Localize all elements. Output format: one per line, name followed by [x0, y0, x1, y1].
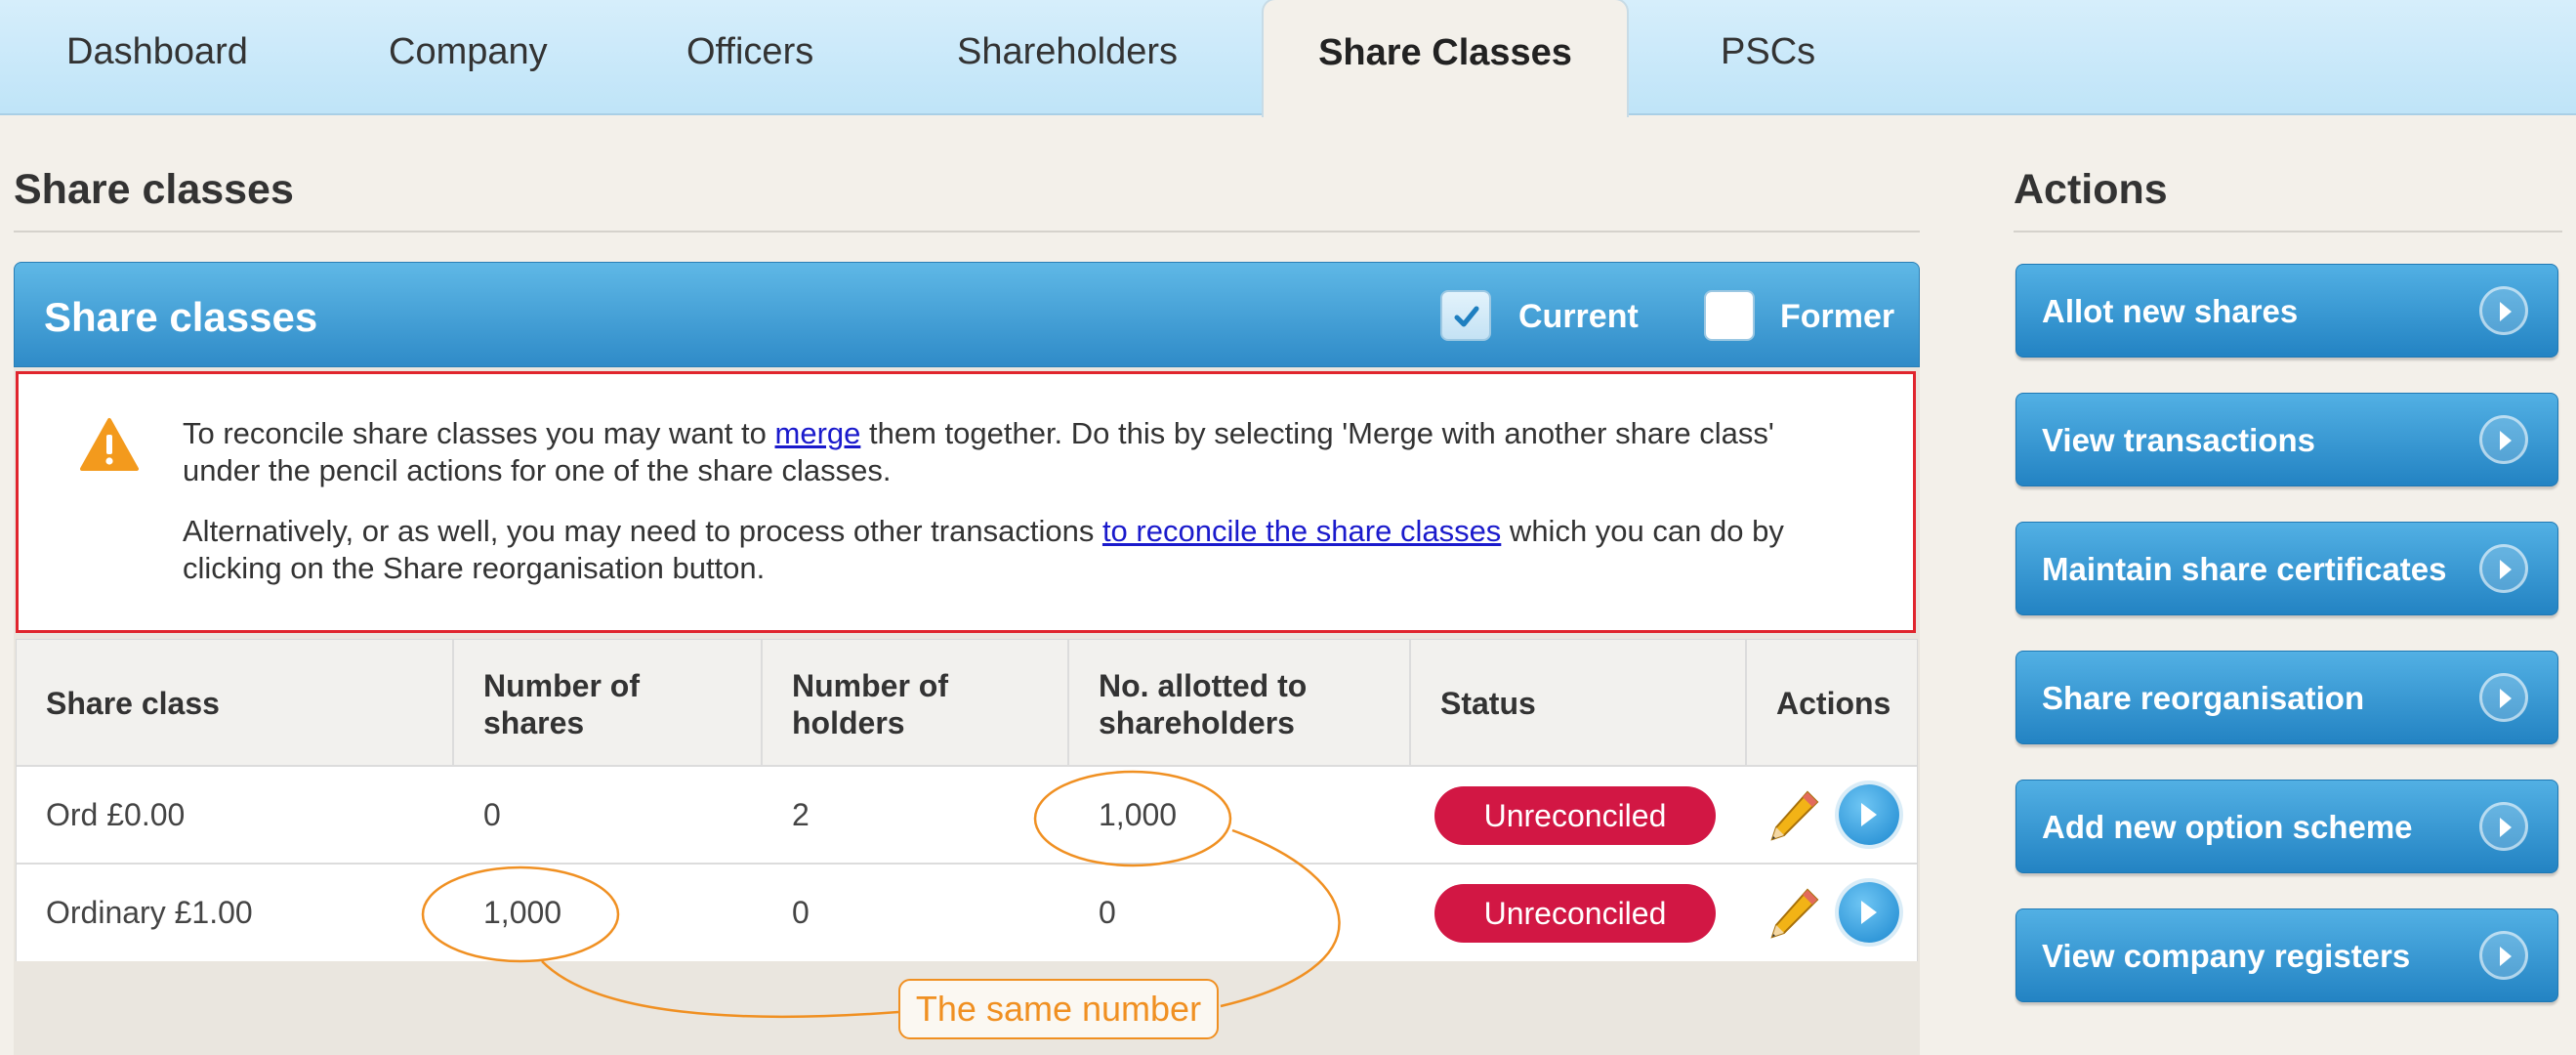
button-label: Add new option scheme — [2042, 809, 2413, 845]
maintain-share-certificates-button[interactable]: Maintain share certificates — [2015, 522, 2558, 615]
notice-paragraph-merge: To reconcile share classes you may want … — [183, 415, 1843, 489]
actions-panel-title: Actions — [2014, 166, 2168, 213]
notice-text: Alternatively, or as well, you may need … — [183, 514, 1102, 548]
top-tab-bar: Dashboard Company Officers Shareholders … — [0, 0, 2576, 117]
notice-text: To reconcile share classes you may want … — [183, 416, 775, 450]
chevron-right-icon — [2479, 673, 2528, 722]
tab-pscs[interactable]: PSCs — [1721, 0, 1815, 104]
status-badge: Unreconciled — [1434, 884, 1716, 943]
tab-company[interactable]: Company — [389, 0, 548, 104]
col-header-actions: Actions — [1747, 640, 1917, 765]
button-label: View transactions — [2042, 422, 2316, 458]
card-title: Share classes — [44, 294, 318, 340]
page-title: Share classes — [14, 166, 294, 213]
chevron-right-icon — [1861, 901, 1877, 924]
col-header-number-of-shares[interactable]: Number of shares — [454, 640, 763, 765]
button-label: Allot new shares — [2042, 293, 2299, 329]
chevron-right-icon — [2479, 415, 2528, 464]
title-divider — [14, 231, 1920, 232]
notice-paragraph-reconcile: Alternatively, or as well, you may need … — [183, 513, 1843, 587]
warning-icon — [80, 418, 139, 471]
merge-link[interactable]: merge — [775, 416, 861, 450]
share-class-cell: Ordinary £1.00 — [46, 895, 253, 930]
button-label: Share reorganisation — [2042, 680, 2365, 716]
col-header-allotted[interactable]: No. allotted to shareholders — [1069, 640, 1411, 765]
row-details-button[interactable] — [1839, 784, 1899, 845]
pencil-icon[interactable] — [1765, 786, 1823, 845]
actions-divider — [2014, 231, 2562, 232]
tab-share-classes[interactable]: Share Classes — [1262, 0, 1629, 117]
current-checkbox[interactable] — [1440, 290, 1491, 341]
chevron-right-icon — [2479, 286, 2528, 335]
number-of-shares-cell: 1,000 — [483, 895, 562, 930]
col-header-share-class[interactable]: Share class — [17, 640, 454, 765]
tab-officers[interactable]: Officers — [686, 0, 813, 104]
allot-new-shares-button[interactable]: Allot new shares — [2015, 264, 2558, 358]
chevron-right-icon — [1861, 803, 1877, 826]
button-label: Maintain share certificates — [2042, 551, 2447, 587]
reconcile-warning: To reconcile share classes you may want … — [16, 371, 1916, 633]
share-class-cell: Ord £0.00 — [46, 797, 186, 832]
number-of-holders-cell: 0 — [792, 895, 810, 930]
add-new-option-scheme-button[interactable]: Add new option scheme — [2015, 780, 2558, 873]
tab-dashboard[interactable]: Dashboard — [66, 0, 248, 104]
pencil-icon[interactable] — [1765, 884, 1823, 943]
status-badge: Unreconciled — [1434, 786, 1716, 845]
former-filter-label[interactable]: Former — [1780, 298, 1894, 336]
card-header: Share classes Current Former — [14, 262, 1920, 367]
col-header-number-of-holders[interactable]: Number of holders — [763, 640, 1069, 765]
row-details-button[interactable] — [1839, 882, 1899, 943]
view-company-registers-button[interactable]: View company registers — [2015, 908, 2558, 1002]
number-of-shares-cell: 0 — [483, 797, 501, 832]
chevron-right-icon — [2479, 544, 2528, 593]
number-of-holders-cell: 2 — [792, 797, 810, 832]
allotted-cell: 1,000 — [1099, 797, 1178, 832]
annotation-label: The same number — [898, 979, 1219, 1039]
col-header-status[interactable]: Status — [1411, 640, 1747, 765]
reconcile-link[interactable]: to reconcile the share classes — [1102, 514, 1501, 548]
button-label: View company registers — [2042, 938, 2411, 974]
former-checkbox[interactable] — [1704, 290, 1755, 341]
chevron-right-icon — [2479, 931, 2528, 980]
table-row: Ord £0.00 0 2 1,000 Unreconciled — [17, 765, 1917, 864]
view-transactions-button[interactable]: View transactions — [2015, 393, 2558, 486]
checkmark-icon — [1454, 306, 1479, 327]
current-filter-label[interactable]: Current — [1518, 298, 1639, 336]
tab-shareholders[interactable]: Shareholders — [957, 0, 1178, 104]
share-classes-card: Share classes Current Former To reconcil… — [14, 262, 1920, 1055]
share-reorganisation-button[interactable]: Share reorganisation — [2015, 651, 2558, 744]
table-row: Ordinary £1.00 1,000 0 0 Unreconciled — [17, 863, 1917, 961]
allotted-cell: 0 — [1099, 895, 1116, 930]
chevron-right-icon — [2479, 802, 2528, 851]
share-classes-table: Share class Number of shares Number of h… — [16, 639, 1918, 961]
